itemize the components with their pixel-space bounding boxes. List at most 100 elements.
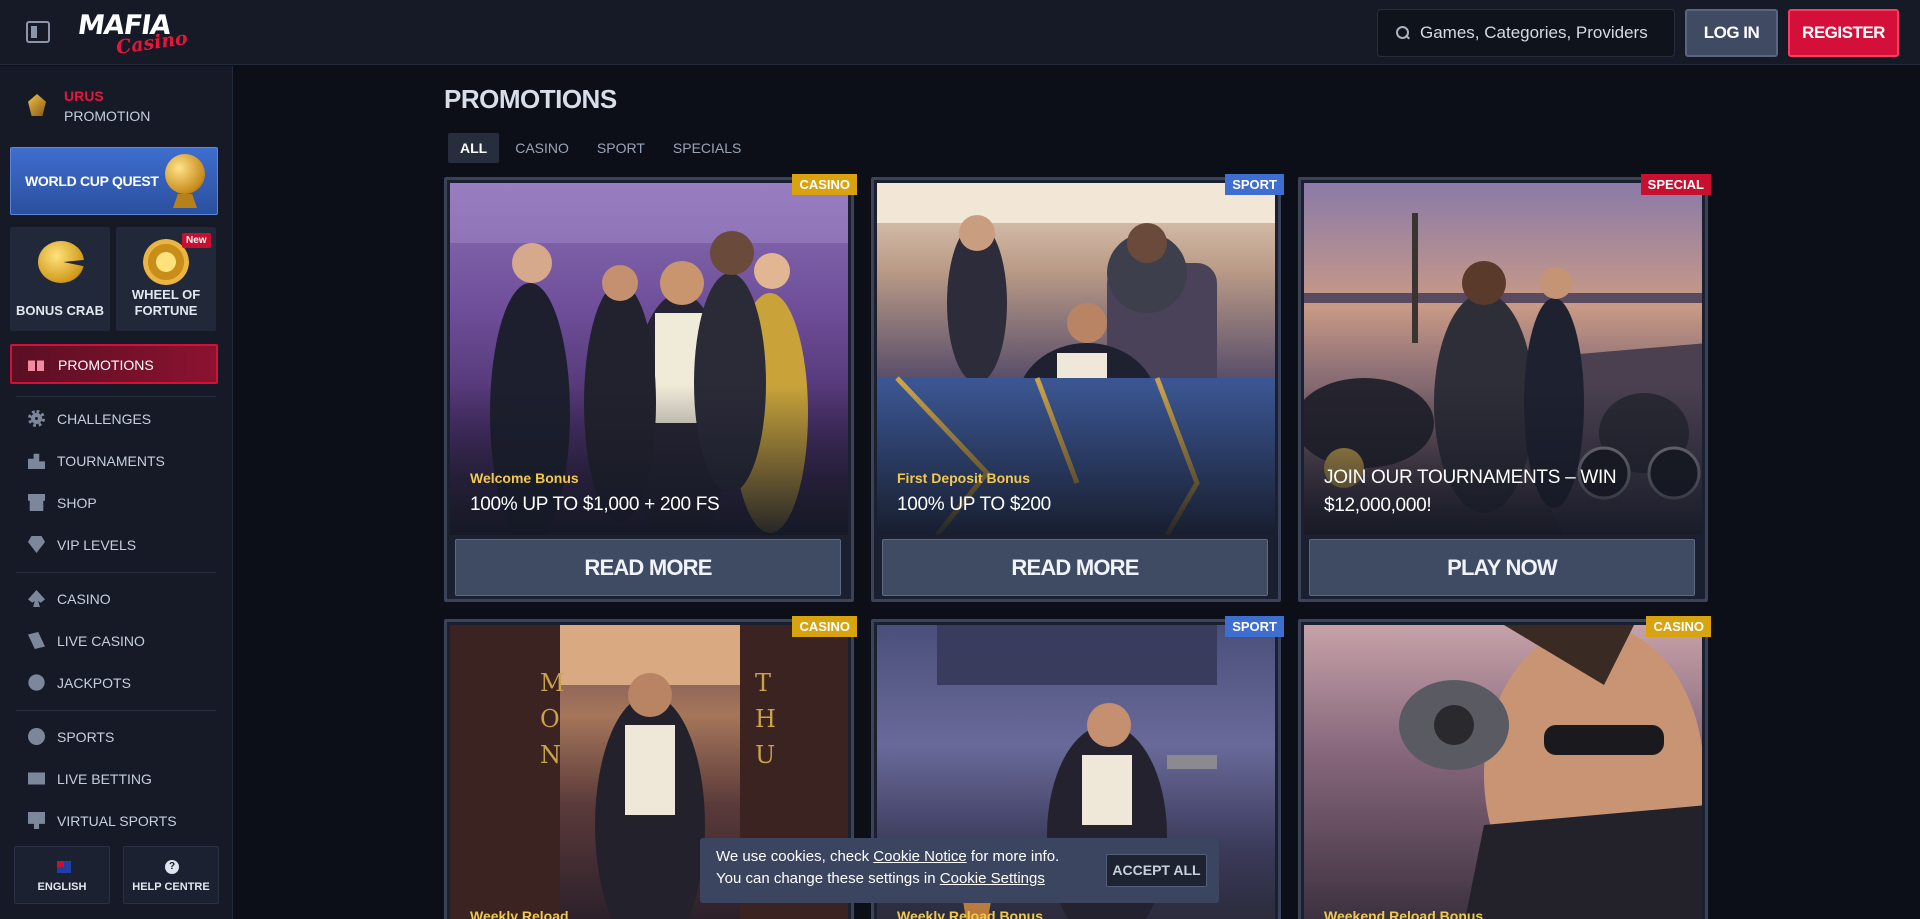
search-icon: [1396, 26, 1410, 40]
play-now-button[interactable]: PLAY NOW: [1309, 539, 1695, 596]
sidebar-item-challenges[interactable]: CHALLENGES: [24, 404, 224, 434]
urus-label: URUS: [64, 88, 104, 104]
promotion-headline: 100% UP TO $200: [897, 494, 1051, 515]
promotion-filter-tabs: ALL CASINO SPORT SPECIALS: [448, 133, 757, 163]
sidebar-item-label: PROMOTIONS: [58, 357, 154, 373]
live-tv-icon: [28, 772, 45, 785]
login-button[interactable]: LOG IN: [1685, 9, 1778, 57]
gift-icon: [28, 360, 44, 371]
sidebar-item-label: LIVE BETTING: [57, 771, 152, 787]
podium-icon: [28, 453, 45, 469]
category-tag-sport: SPORT: [1225, 174, 1284, 195]
urus-promotion-link[interactable]: URUS PROMOTION: [28, 86, 228, 126]
promotion-card-welcome-bonus[interactable]: CASINO Welcome Bonus 100% UP TO $1,000 +…: [444, 174, 857, 602]
cookie-notice-link[interactable]: Cookie Notice: [873, 848, 966, 865]
shop-icon: [28, 494, 45, 511]
sidebar-item-label: CASINO: [57, 591, 111, 607]
sidebar-item-label: LIVE CASINO: [57, 633, 145, 649]
sidebar-item-tournaments[interactable]: TOURNAMENTS: [24, 446, 224, 476]
wheel-of-fortune-label-line2: FORTUNE: [134, 303, 198, 318]
bonus-crab-tile[interactable]: BONUS CRAB: [10, 227, 110, 331]
search-input[interactable]: [1420, 23, 1660, 43]
category-tag-sport: SPORT: [1225, 616, 1284, 637]
sidebar-item-live-casino[interactable]: LIVE CASINO: [24, 626, 224, 656]
sidebar-toggle-icon[interactable]: [26, 21, 50, 43]
diamond-icon: [28, 536, 45, 553]
help-question-icon: ?: [165, 860, 179, 874]
tab-all[interactable]: ALL: [448, 133, 500, 163]
promotion-headline: JOIN OUR TOURNAMENTS – WIN $12,000,000!: [1324, 467, 1617, 516]
sidebar-item-label: CHALLENGES: [57, 411, 152, 427]
cookie-text: You can change these settings in: [716, 870, 940, 887]
page-title: PROMOTIONS: [444, 84, 617, 114]
soccer-ball-icon: [28, 728, 45, 745]
search-box[interactable]: [1377, 9, 1675, 57]
uk-flag-icon: [57, 861, 71, 873]
world-cup-quest-banner[interactable]: WORLD CUP QUEST: [10, 147, 218, 215]
new-badge: New: [182, 233, 211, 248]
sidebar-item-label: VIRTUAL SPORTS: [57, 813, 177, 829]
language-label: ENGLISH: [37, 881, 87, 893]
sidebar-item-label: JACKPOTS: [57, 675, 131, 691]
promotion-subtitle: Weekly Reload: [470, 908, 569, 919]
sidebar-item-label: TOURNAMENTS: [57, 453, 165, 469]
promotion-subtitle: Weekly Reload Bonus: [897, 908, 1044, 919]
promotion-headline: 100% UP TO $1,000 + 200 FS: [470, 494, 720, 515]
golden-ball-trophy-icon: [159, 154, 211, 210]
read-more-button[interactable]: READ MORE: [455, 539, 841, 596]
sidebar-item-shop[interactable]: SHOP: [24, 488, 224, 518]
cookie-banner: We use cookies, check Cookie Notice for …: [700, 838, 1219, 903]
door-right-text: THU: [755, 669, 776, 769]
sidebar-item-label: VIP LEVELS: [57, 537, 137, 553]
bonus-crab-icon: [38, 241, 84, 283]
lamborghini-bull-icon: [28, 94, 46, 116]
wheel-of-fortune-label: WHEEL OF FORTUNE: [116, 287, 216, 319]
cards-icon: [28, 632, 45, 649]
category-tag-special: SPECIAL: [1640, 174, 1711, 195]
clover-icon: [28, 674, 45, 691]
read-more-button[interactable]: READ MORE: [882, 539, 1268, 596]
sidebar-divider: [16, 396, 216, 397]
promotion-subtitle: Weekend Reload Bonus: [1324, 908, 1484, 919]
door-left-text: MON: [540, 669, 565, 769]
mafia-casino-logo[interactable]: MAFIA Casino: [76, 10, 190, 59]
sidebar-item-label: SPORTS: [57, 729, 115, 745]
cookie-text-line1: We use cookies, check Cookie Notice for …: [716, 848, 1059, 865]
top-header: MAFIA Casino LOG IN REGISTER: [0, 0, 1920, 65]
revolver-gangster-illustration: [1399, 625, 1702, 919]
accept-all-cookies-button[interactable]: ACCEPT ALL: [1106, 854, 1207, 887]
sidebar-divider: [16, 572, 216, 573]
tab-specials[interactable]: SPECIALS: [661, 133, 753, 163]
category-tag-casino: CASINO: [792, 174, 857, 195]
sidebar: URUS PROMOTION WORLD CUP QUEST BONUS CRA…: [0, 66, 233, 919]
sidebar-item-virtual-sports[interactable]: VIRTUAL SPORTS: [24, 806, 224, 836]
register-button[interactable]: REGISTER: [1788, 9, 1899, 57]
sidebar-item-promotions[interactable]: PROMOTIONS: [10, 344, 218, 384]
tab-casino[interactable]: CASINO: [503, 133, 581, 163]
promotion-card-tournaments[interactable]: SPECIAL JOIN OUR TOURNAMENTS – WIN $12,0…: [1298, 174, 1711, 602]
promotion-card-first-deposit-bonus[interactable]: SPORT First Deposit Bonus 100% UP TO $20…: [871, 174, 1284, 602]
sidebar-item-live-betting[interactable]: LIVE BETTING: [24, 764, 224, 794]
sidebar-item-sports[interactable]: SPORTS: [24, 722, 224, 752]
help-centre-button[interactable]: ? HELP CENTRE: [123, 846, 219, 904]
sidebar-item-vip-levels[interactable]: VIP LEVELS: [24, 530, 224, 560]
category-tag-casino: CASINO: [1646, 616, 1711, 637]
wheel-of-fortune-tile[interactable]: New WHEEL OF FORTUNE: [116, 227, 216, 331]
urus-promotion-label: PROMOTION: [64, 108, 151, 124]
promotion-subtitle: First Deposit Bonus: [897, 470, 1031, 486]
promotion-subtitle: Welcome Bonus: [470, 470, 579, 486]
category-tag-casino: CASINO: [792, 616, 857, 637]
language-selector-button[interactable]: ENGLISH: [14, 846, 110, 904]
cookie-text: We use cookies, check: [716, 848, 874, 865]
promotion-card-weekend-reload-bonus[interactable]: CASINO Weekend Reload Bonus: [1298, 616, 1711, 919]
gear-icon: [28, 410, 45, 427]
spade-icon: [28, 590, 45, 607]
help-centre-label: HELP CENTRE: [132, 881, 210, 893]
sidebar-item-jackpots[interactable]: JACKPOTS: [24, 668, 224, 698]
tab-sport[interactable]: SPORT: [585, 133, 657, 163]
sidebar-item-casino[interactable]: CASINO: [24, 584, 224, 614]
monitor-icon: [28, 812, 45, 829]
promotion-image: [1304, 625, 1702, 919]
cookie-settings-link[interactable]: Cookie Settings: [940, 870, 1045, 887]
world-cup-quest-label: WORLD CUP QUEST: [25, 173, 159, 189]
